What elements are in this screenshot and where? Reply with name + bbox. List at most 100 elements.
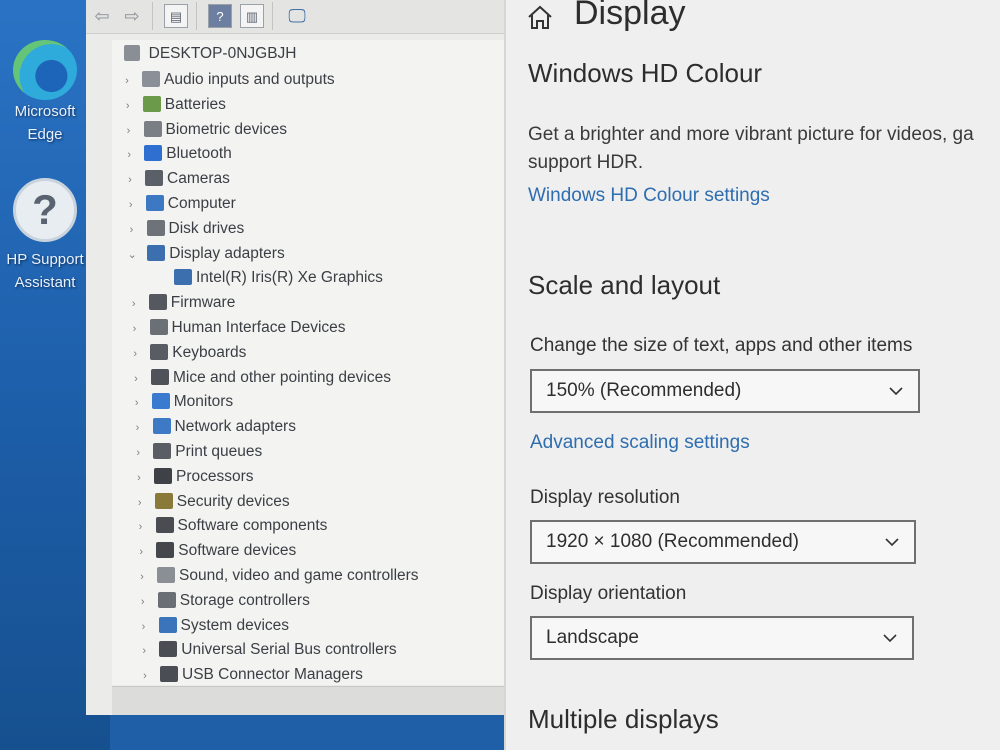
tree-category-item[interactable]: › Computer (124, 192, 236, 216)
chevron-right-icon[interactable]: › (122, 119, 136, 143)
resolution-dropdown[interactable]: 1920 × 1080 (Recommended) (530, 520, 916, 564)
orientation-dropdown-value: Landscape (546, 627, 639, 648)
tree-category-item[interactable]: ⌄ Display adapters (125, 242, 285, 267)
chevron-right-icon[interactable]: › (122, 143, 136, 167)
tree-category-item[interactable]: › Human Interface Devices (128, 316, 346, 340)
back-arrow-icon[interactable]: ⇦ (90, 4, 114, 28)
chevron-right-icon[interactable]: › (137, 639, 151, 663)
scale-section-title: Scale and layout (528, 270, 721, 300)
tree-item-label: Biometric devices (165, 120, 287, 138)
chevron-right-icon[interactable]: › (132, 466, 146, 490)
tree-device-item[interactable]: Intel(R) Iris(R) Xe Graphics (152, 266, 383, 290)
tree-category-item[interactable]: › Software devices (134, 539, 296, 563)
tree-root[interactable]: ⌄ DESKTOP-0NJGBJH (112, 42, 296, 66)
usb-icon (159, 641, 178, 658)
system-icon (158, 616, 177, 633)
chevron-right-icon[interactable]: › (135, 565, 149, 589)
bluetooth-icon (144, 145, 163, 162)
chevron-right-icon[interactable]: › (138, 664, 152, 685)
tree-category-item[interactable]: › System devices (137, 614, 289, 639)
home-icon[interactable] (526, 4, 554, 32)
tree-category-item[interactable]: › Print queues (131, 440, 262, 464)
advanced-scaling-link[interactable]: Advanced scaling settings (530, 432, 750, 454)
toolbar: ⇦ ⇨ ▤ ? ▥ 🖵 (86, 0, 506, 34)
chevron-right-icon[interactable]: › (131, 441, 145, 465)
scale-dropdown[interactable]: 150% (Recommended) (530, 369, 920, 413)
tree-category-item[interactable]: › Security devices (133, 490, 290, 514)
software-device-icon (156, 542, 175, 559)
chevron-right-icon[interactable]: › (124, 193, 138, 217)
sound-icon (157, 567, 175, 583)
device-tree: ⌄ DESKTOP-0NJGBJH › Audio inputs and outp… (112, 40, 506, 685)
chevron-down-icon[interactable]: ⌄ (125, 243, 139, 267)
properties-icon[interactable]: ▤ (164, 4, 188, 28)
settings-window: Display Windows HD Colour Get a brighter… (504, 0, 1000, 750)
chevron-right-icon[interactable]: › (121, 94, 135, 118)
tree-category-item[interactable]: › Network adapters (131, 415, 296, 439)
printer-icon (153, 443, 172, 459)
chevron-right-icon[interactable]: › (127, 292, 141, 316)
tree-item-label: Intel(R) Iris(R) Xe Graphics (196, 269, 383, 287)
tree-category-item[interactable]: › Monitors (130, 390, 233, 414)
tree-item-label: Cameras (167, 170, 230, 188)
desktop-icon-edge[interactable]: Microsoft Edge (0, 40, 90, 146)
camera-icon (145, 170, 163, 187)
tree-item-label: Monitors (173, 393, 234, 411)
tree-category-item[interactable]: › Storage controllers (136, 589, 310, 613)
tree-category-item[interactable]: › Batteries (121, 93, 226, 117)
help-icon[interactable]: ? (208, 4, 232, 28)
chevron-right-icon[interactable]: › (137, 615, 151, 639)
tree-category-item[interactable]: › Software components (134, 514, 327, 539)
tree-item-label: Batteries (164, 95, 226, 113)
firmware-icon (148, 294, 167, 311)
tree-category-item[interactable]: › USB Connector Managers (138, 663, 363, 685)
toolbar-separator (272, 2, 273, 30)
chevron-right-icon[interactable]: › (120, 69, 134, 93)
tree-item-label: Bluetooth (166, 145, 232, 163)
biometric-icon (143, 120, 162, 137)
tree-category-item[interactable]: › Mice and other pointing devices (129, 366, 391, 390)
hd-colour-settings-link[interactable]: Windows HD Colour settings (528, 185, 770, 207)
tree-category-item[interactable]: › Cameras (123, 167, 230, 191)
chevron-right-icon[interactable]: › (134, 515, 148, 539)
tree-item-label: Software devices (178, 542, 297, 560)
forward-arrow-icon[interactable]: ⇨ (120, 4, 144, 28)
chevron-right-icon[interactable]: › (128, 342, 142, 366)
chevron-right-icon[interactable]: › (134, 540, 148, 564)
tree-category-item[interactable]: › Sound, video and game controllers (135, 564, 419, 588)
chevron-right-icon[interactable]: › (136, 590, 150, 614)
chevron-right-icon[interactable]: › (123, 168, 137, 192)
tree-category-item[interactable]: › Bluetooth (122, 142, 232, 166)
resolution-dropdown-value: 1920 × 1080 (Recommended) (546, 531, 799, 552)
device-manager-window: ⇦ ⇨ ▤ ? ▥ 🖵 ⌄ DESKTOP-0NJGBJH › Audio inp… (86, 0, 506, 715)
hdr-description-line: Get a brighter and more vibrant picture … (528, 124, 974, 145)
toolbar-separator (196, 2, 197, 30)
monitor-scan-icon[interactable]: 🖵 (284, 4, 310, 28)
orientation-dropdown[interactable]: Landscape (530, 616, 914, 660)
tree-item-label: Audio inputs and outputs (164, 71, 335, 88)
network-icon (152, 418, 171, 435)
tree-category-item[interactable]: › Audio inputs and outputs (120, 68, 335, 92)
desktop-icon-hp-support[interactable]: ? HP Support Assistant (0, 178, 90, 294)
chevron-right-icon[interactable]: › (130, 391, 144, 415)
tree-category-item[interactable]: › Keyboards (128, 341, 246, 365)
tree-category-item[interactable]: › Universal Serial Bus controllers (137, 638, 397, 663)
tree-category-item[interactable]: › Firmware (127, 291, 235, 316)
chevron-right-icon[interactable]: › (133, 491, 147, 515)
help-question-icon: ? (13, 178, 77, 242)
chevron-right-icon[interactable]: › (125, 218, 139, 242)
chevron-right-icon[interactable]: › (131, 416, 145, 440)
multiple-displays-title: Multiple displays (528, 704, 719, 734)
tree-category-item[interactable]: › Biometric devices (122, 118, 287, 142)
desktop-icon-label: Edge (27, 126, 63, 143)
tree-category-item[interactable]: › Processors (132, 465, 254, 489)
chevron-down-icon (889, 387, 903, 396)
computer-icon (124, 45, 141, 61)
display-adapter-icon (147, 244, 166, 261)
tree-category-item[interactable]: › Disk drives (125, 217, 244, 242)
tree-item-label: Processors (176, 467, 254, 485)
chevron-right-icon[interactable]: › (128, 317, 142, 341)
chevron-right-icon[interactable]: › (129, 367, 143, 391)
show-hidden-icon[interactable]: ▥ (240, 4, 264, 28)
tree-item-label: Display adapters (169, 244, 285, 262)
